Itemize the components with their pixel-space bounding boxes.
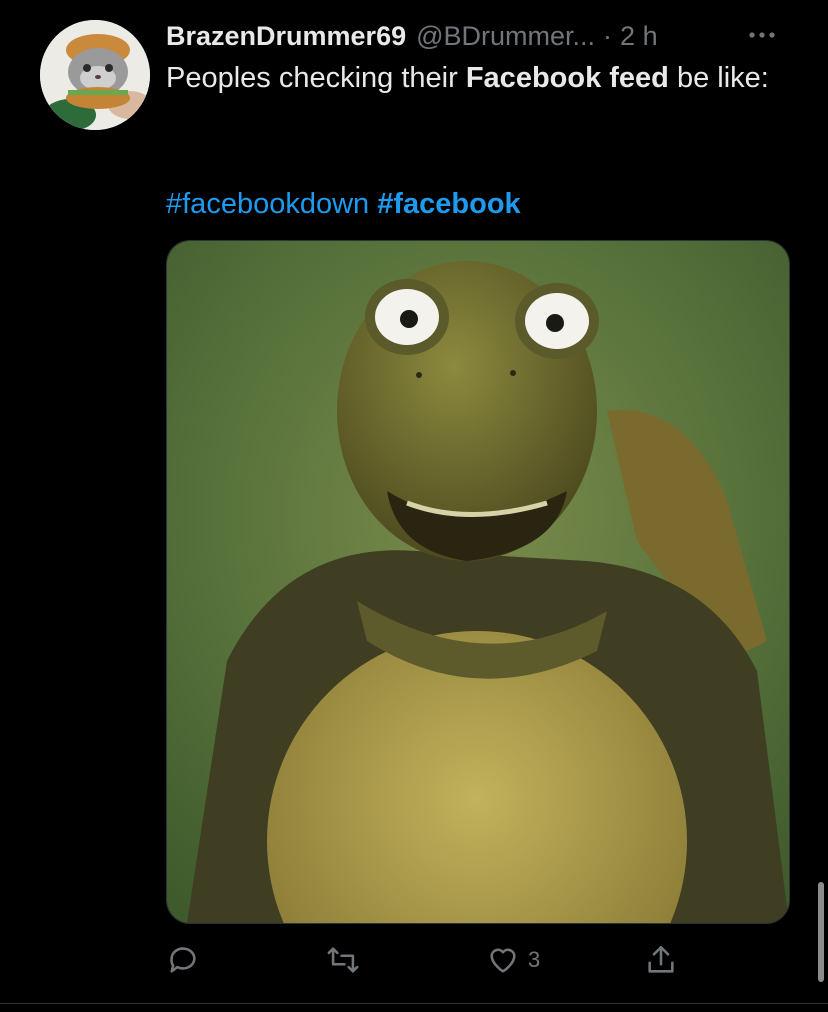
tweet-text-part2: be like: [668, 62, 769, 94]
retweet-icon [327, 947, 359, 973]
divider [0, 1003, 828, 1004]
reply-icon [170, 947, 196, 973]
reply-button[interactable] [166, 938, 200, 982]
hashtag-facebookdown[interactable]: #facebookdown [166, 188, 369, 220]
tweet-media[interactable] [166, 240, 790, 924]
tweet-text-bold: Facebook feed [465, 62, 669, 94]
heart-icon [490, 948, 516, 973]
surprised-turtle-image [167, 241, 789, 923]
tweet-header: BrazenDrummer69 @BDrummer... · 2 h [166, 18, 788, 54]
tweet[interactable]: BrazenDrummer69 @BDrummer... · 2 h Peopl… [0, 0, 828, 1012]
tweet-actions: 3 [166, 938, 726, 982]
timestamp[interactable]: 2 h [620, 21, 658, 52]
tweet-text: Peoples checking their Facebook feed be … [166, 58, 786, 98]
separator: · [603, 20, 613, 51]
more-horizontal-icon[interactable] [742, 20, 782, 50]
share-button[interactable] [644, 938, 678, 982]
cat-avatar-icon [40, 20, 150, 130]
like-count: 3 [528, 947, 541, 972]
hashtag-facebook[interactable]: #facebook [377, 188, 520, 220]
retweet-button[interactable] [326, 938, 360, 982]
scrollbar[interactable] [818, 882, 824, 982]
avatar[interactable] [40, 20, 150, 130]
handle[interactable]: @BDrummer... [416, 21, 595, 52]
tweet-text-part1: Peoples checking their [166, 62, 466, 94]
hashtags: #facebookdown #facebook [166, 184, 521, 224]
display-name[interactable]: BrazenDrummer69 [166, 21, 406, 52]
share-icon [648, 945, 674, 973]
like-button[interactable]: 3 [486, 938, 540, 982]
